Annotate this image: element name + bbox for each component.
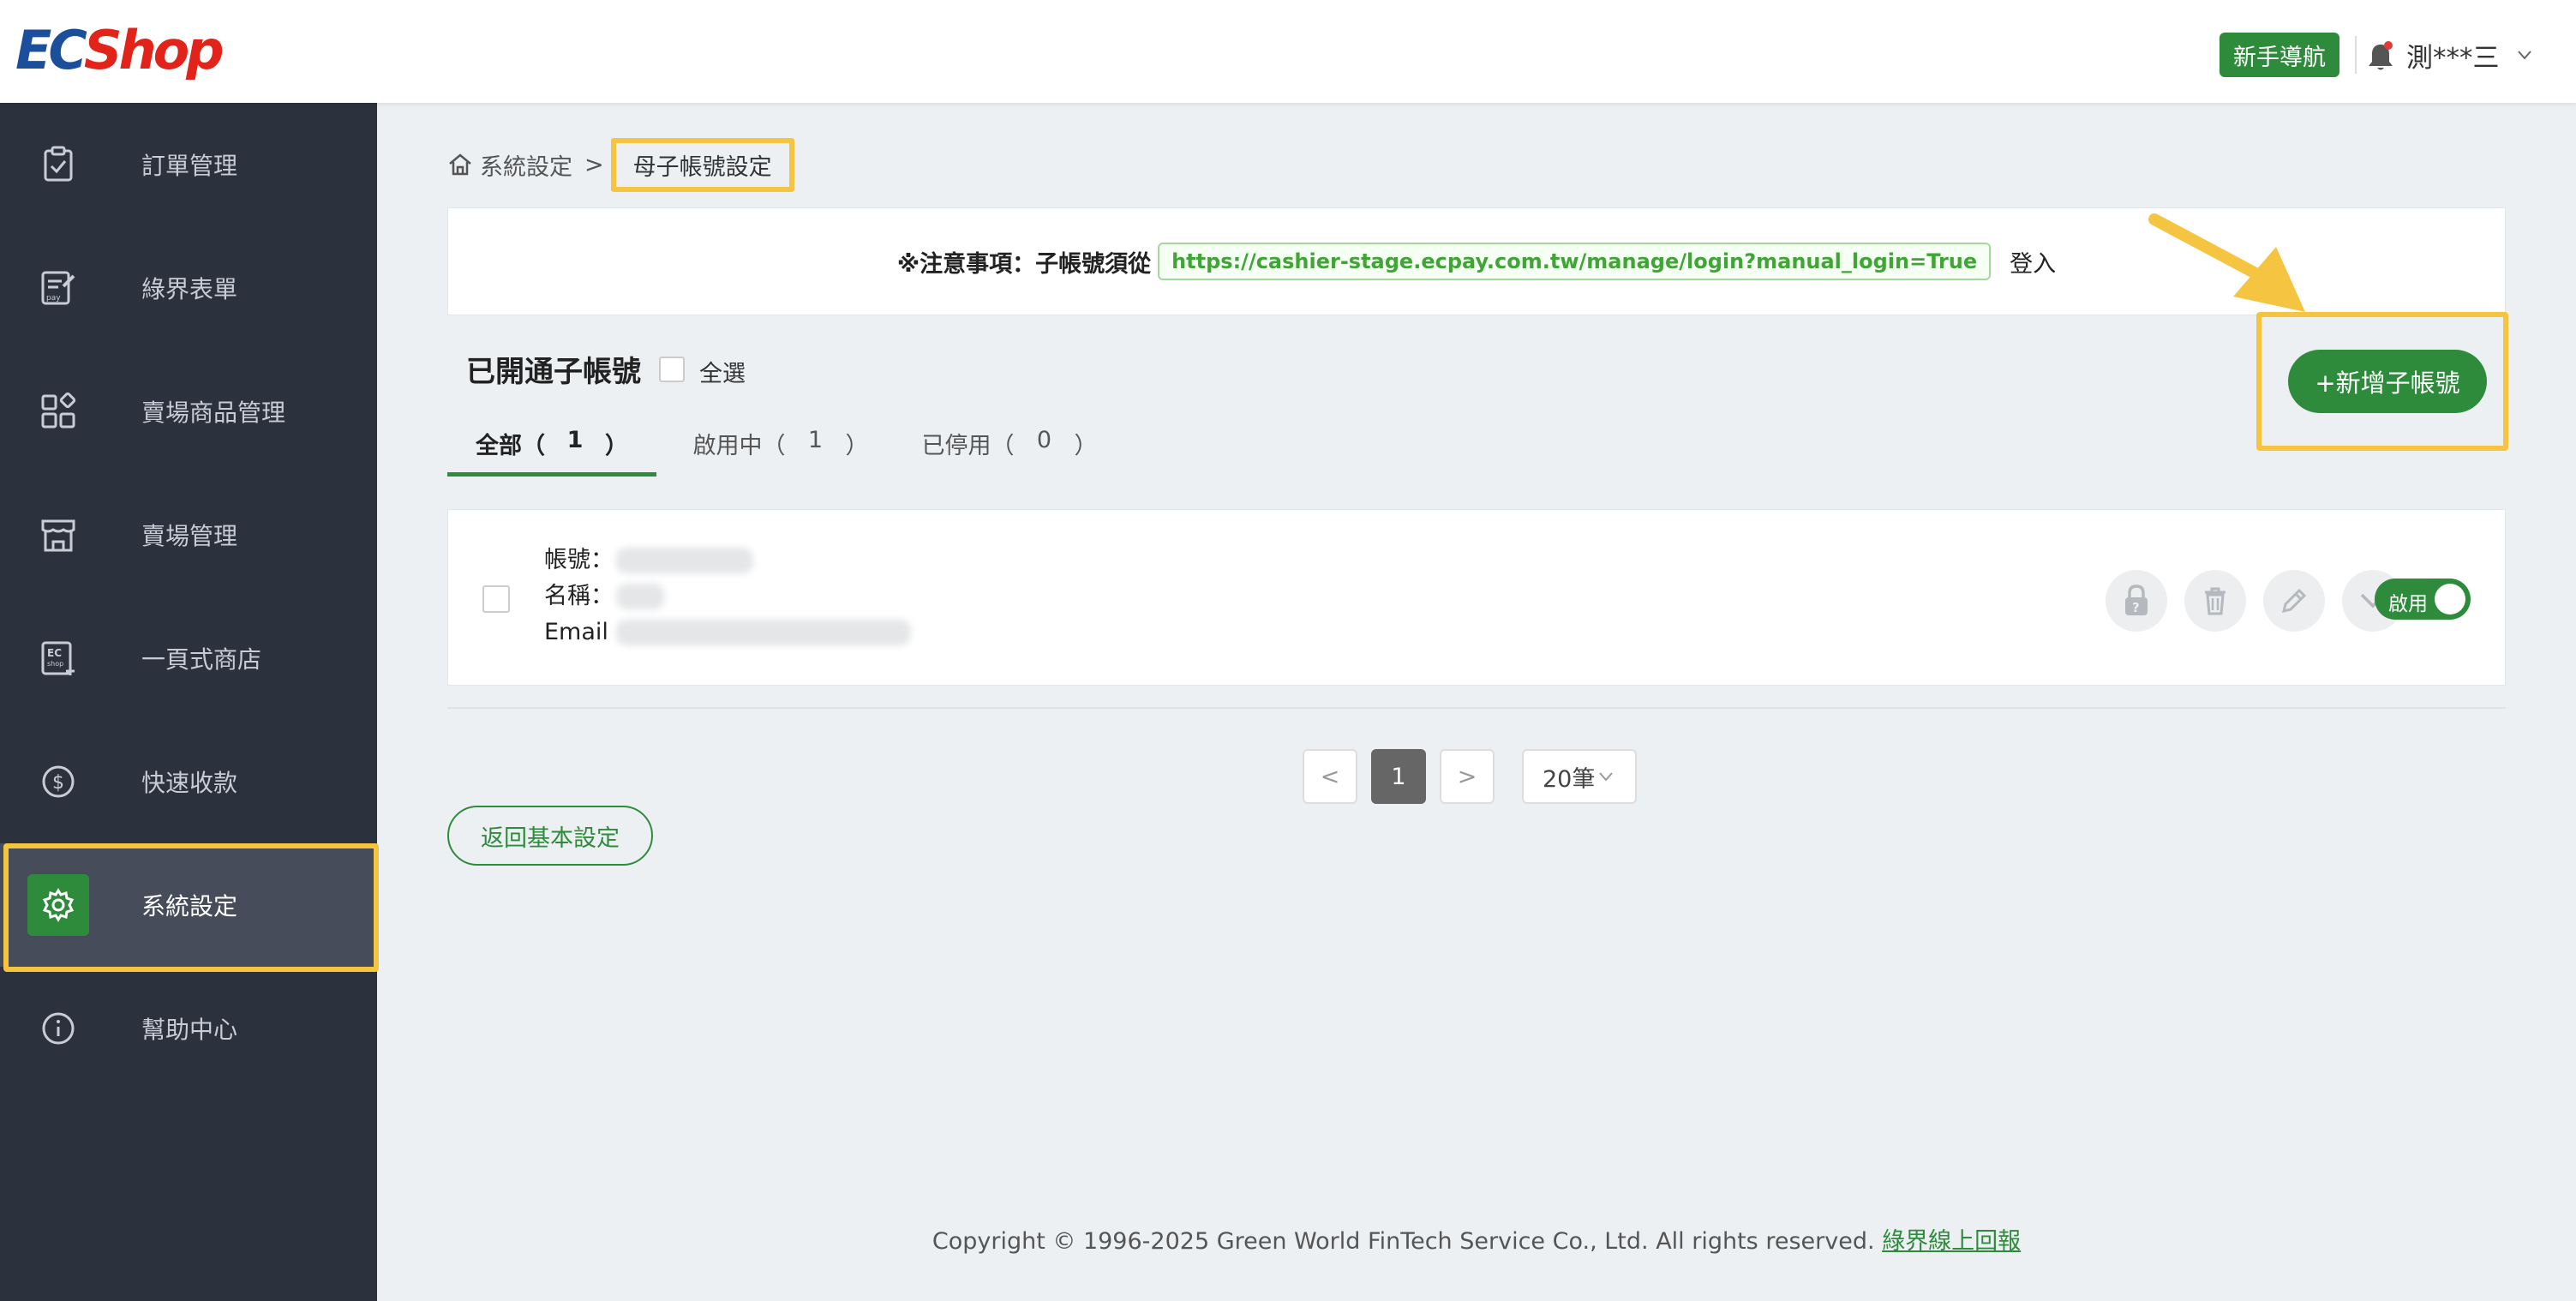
copyright-text: Copyright © 1996-2025 Green World FinTec… [932, 1228, 1875, 1255]
sidebar-item-quick-payment[interactable]: $ 快速收款 [0, 720, 377, 843]
dollar-circle-icon: $ [38, 761, 79, 802]
main-content: 系統設定 > 母子帳號設定 ※注意事項：子帳號須從 https://cashie… [377, 103, 2576, 1301]
select-all-label[interactable]: 全選 [699, 355, 746, 388]
blurred-email-value [616, 620, 911, 645]
chevron-down-icon [1599, 772, 1614, 782]
sidebar-item-label: 快速收款 [141, 769, 238, 797]
sidebar-item-label: 綠界表單 [141, 275, 238, 303]
clipboard-check-icon [38, 144, 79, 185]
sidebar-item-help-center[interactable]: 幫助中心 [0, 967, 377, 1090]
blurred-name-value [616, 584, 664, 609]
sidebar-item-label: 一頁式商店 [141, 645, 262, 674]
sidebar: 訂單管理 pay 綠界表單 賣場商品管理 賣場管理 EC shop 一頁式商店 $… [0, 103, 379, 1301]
breadcrumb-separator: > [584, 151, 604, 178]
lock-icon: ? [2125, 585, 2148, 615]
notification-bell-icon[interactable] [2365, 39, 2396, 74]
highlight-frame [3, 843, 379, 972]
sidebar-item-forms[interactable]: pay 綠界表單 [0, 226, 377, 350]
footer: Copyright © 1996-2025 Green World FinTec… [377, 1222, 2576, 1256]
product-grid-icon [38, 391, 79, 432]
account-label: 帳號： [544, 547, 614, 573]
info-circle-icon [38, 1008, 79, 1049]
delete-button[interactable] [2184, 570, 2246, 632]
svg-text:?: ? [2132, 600, 2140, 615]
chevron-down-icon[interactable] [2516, 46, 2533, 63]
sidebar-item-label: 幫助中心 [141, 1016, 238, 1044]
sidebar-item-store[interactable]: 賣場管理 [0, 473, 377, 597]
user-name[interactable]: 測***三 [2406, 36, 2500, 75]
toggle-knob [2435, 584, 2465, 615]
breadcrumb-parent[interactable]: 系統設定 [480, 148, 572, 182]
home-icon[interactable] [447, 152, 473, 177]
svg-text:$: $ [52, 772, 64, 794]
sidebar-item-products[interactable]: 賣場商品管理 [0, 350, 377, 473]
status-tabs: 全部（ 1） 啟用中（ 1） 已停用（ 0） [447, 422, 1114, 477]
ecshop-logo[interactable]: EC Shop [15, 19, 225, 81]
account-fields: 帳號： 名稱： Email [544, 543, 614, 650]
email-label: Email [544, 619, 608, 645]
next-page-button[interactable]: > [1440, 749, 1495, 804]
current-page-button[interactable]: 1 [1371, 749, 1426, 804]
notice-login-url[interactable]: https://cashier-stage.ecpay.com.tw/manag… [1158, 243, 1992, 280]
page-size-value: 20筆 [1543, 765, 1596, 793]
breadcrumb-current: 母子帳號設定 [610, 137, 794, 192]
content-divider [447, 707, 2506, 709]
lock-button[interactable]: ? [2106, 570, 2167, 632]
ec-shop-page-icon: EC shop [38, 638, 79, 679]
tab-enabled[interactable]: 啟用中（ 1） [656, 422, 905, 477]
tab-all[interactable]: 全部（ 1） [447, 422, 656, 477]
header-divider [2355, 36, 2357, 74]
sidebar-item-label: 訂單管理 [141, 152, 238, 180]
tab-disabled[interactable]: 已停用（ 0） [905, 422, 1114, 477]
select-all-checkbox[interactable] [659, 357, 685, 382]
breadcrumb: 系統設定 > 母子帳號設定 [447, 137, 794, 192]
section-title: 已開通子帳號 [466, 355, 641, 389]
pencil-icon [2281, 588, 2307, 614]
status-toggle[interactable]: 啟用 [2375, 579, 2471, 620]
beginner-guide-button[interactable]: 新手導航 [2220, 33, 2339, 77]
prev-page-button[interactable]: < [1303, 749, 1357, 804]
svg-text:pay: pay [46, 294, 61, 303]
add-sub-account-button[interactable]: +新增子帳號 [2288, 350, 2487, 413]
top-header: EC Shop 新手導航 測***三 [0, 0, 2576, 103]
online-report-link[interactable]: 綠界線上回報 [1882, 1228, 2021, 1255]
page-size-select[interactable]: 20筆 [1522, 749, 1637, 804]
row-checkbox[interactable] [482, 585, 510, 613]
sidebar-item-label: 賣場商品管理 [141, 399, 286, 427]
svg-text:EC: EC [47, 647, 62, 659]
pay-form-icon: pay [38, 267, 79, 309]
account-row: 帳號： 名稱： Email ? 啟用 [447, 509, 2506, 686]
pointer-arrow-icon [2148, 211, 2319, 315]
sidebar-item-one-page-store[interactable]: EC shop 一頁式商店 [0, 597, 377, 720]
svg-text:shop: shop [47, 660, 63, 668]
blurred-account-value [616, 548, 753, 573]
back-to-basic-settings-button[interactable]: 返回基本設定 [447, 806, 653, 866]
notice-login-suffix: 登入 [2010, 250, 2057, 278]
notice-text: ※注意事項：子帳號須從 [896, 250, 1152, 278]
name-label: 名稱： [544, 583, 614, 609]
sidebar-item-orders[interactable]: 訂單管理 [0, 103, 377, 226]
trash-icon [2205, 587, 2226, 615]
sidebar-item-label: 賣場管理 [141, 522, 238, 550]
edit-button[interactable] [2263, 570, 2325, 632]
storefront-icon [38, 514, 79, 555]
